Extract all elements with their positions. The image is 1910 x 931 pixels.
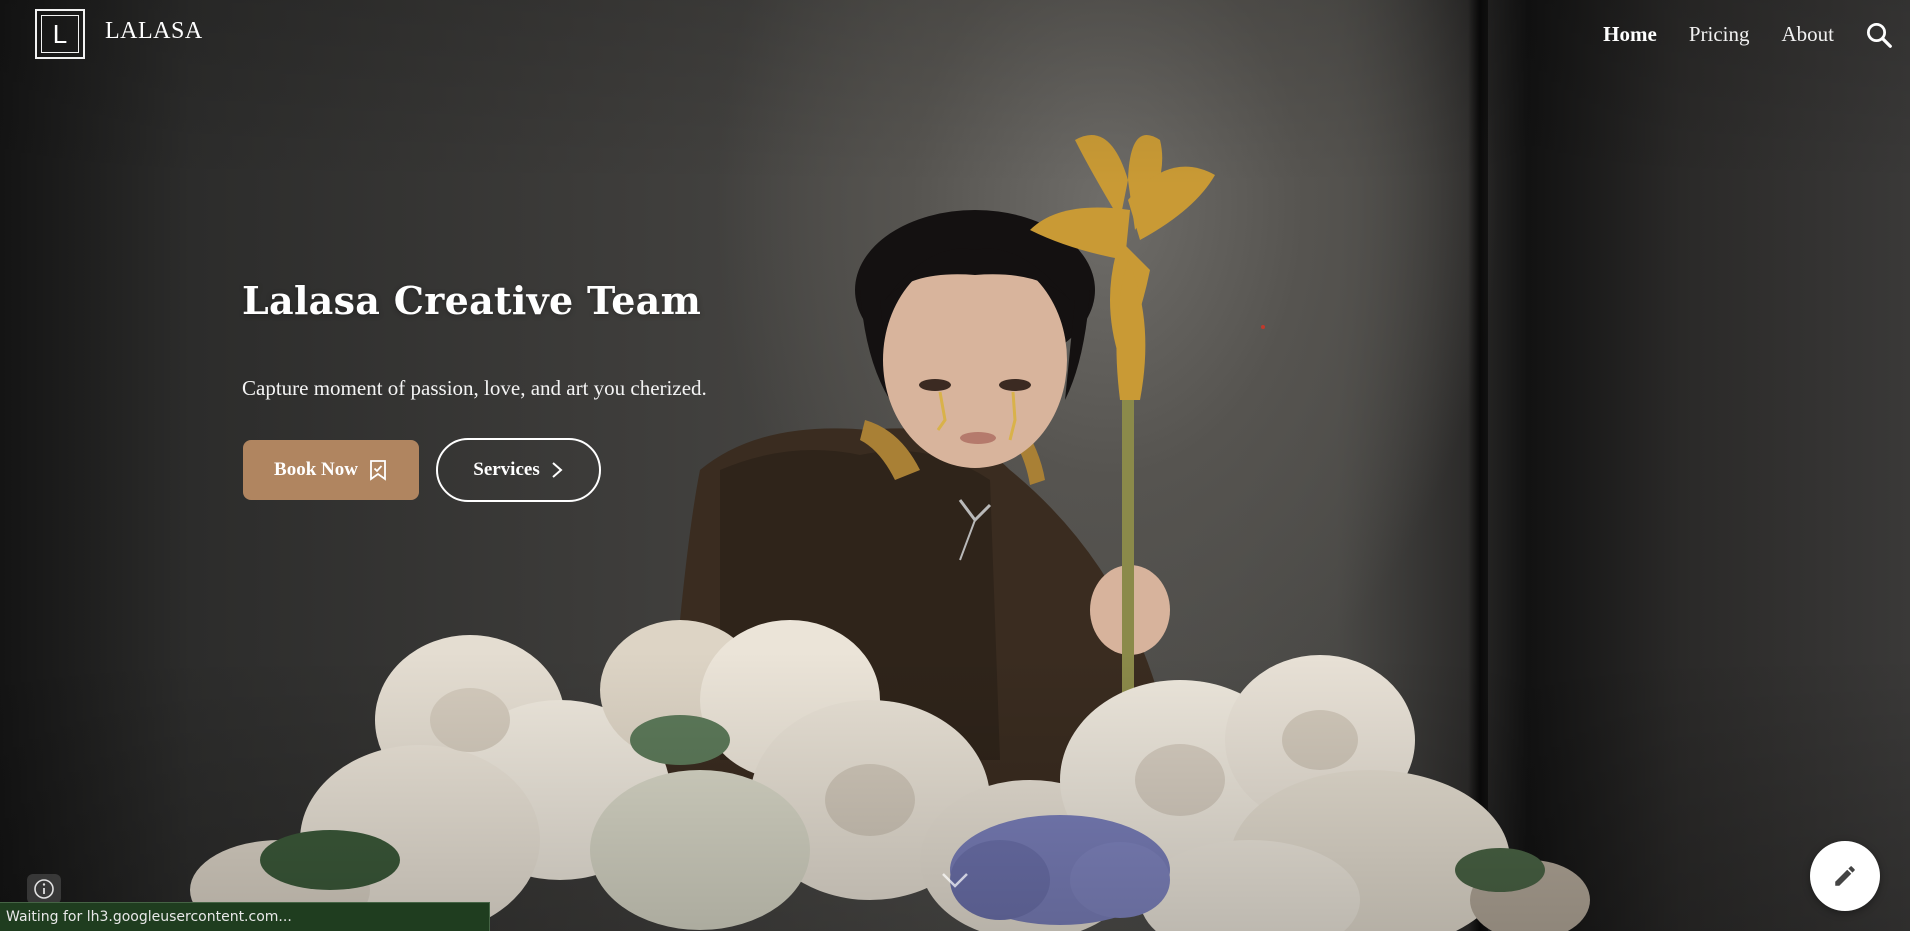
scroll-down-button[interactable] [937, 868, 973, 892]
pencil-icon [1835, 866, 1855, 886]
nav-item-about[interactable]: About [1782, 22, 1835, 51]
site-title[interactable]: LALASA [105, 18, 203, 45]
info-icon [34, 879, 54, 899]
chevron-right-icon [552, 462, 563, 478]
bookmark-check-icon [370, 460, 386, 481]
browser-status-bar: Waiting for lh3.googleusercontent.com... [0, 902, 490, 931]
main-nav: Home Pricing About [1603, 22, 1834, 51]
services-button[interactable]: Services [436, 438, 601, 502]
site-header: L LALASA Home Pricing About [0, 0, 1910, 70]
search-button[interactable] [1864, 20, 1894, 50]
search-icon [1867, 23, 1892, 48]
info-button[interactable] [27, 874, 61, 904]
book-now-button[interactable]: Book Now [243, 440, 419, 500]
nav-item-home[interactable]: Home [1603, 22, 1657, 51]
logo-letter: L [52, 18, 68, 49]
edit-button[interactable] [1810, 841, 1880, 911]
status-text: Waiting for lh3.googleusercontent.com... [6, 909, 292, 925]
book-now-label: Book Now [274, 459, 358, 480]
hero-subtitle: Capture moment of passion, love, and art… [242, 376, 707, 400]
chevron-down-icon [942, 873, 968, 888]
hero-title: Lalasa Creative Team [242, 278, 702, 323]
site-logo[interactable]: L [35, 9, 85, 59]
services-label: Services [473, 459, 540, 480]
nav-item-pricing[interactable]: Pricing [1689, 22, 1750, 51]
